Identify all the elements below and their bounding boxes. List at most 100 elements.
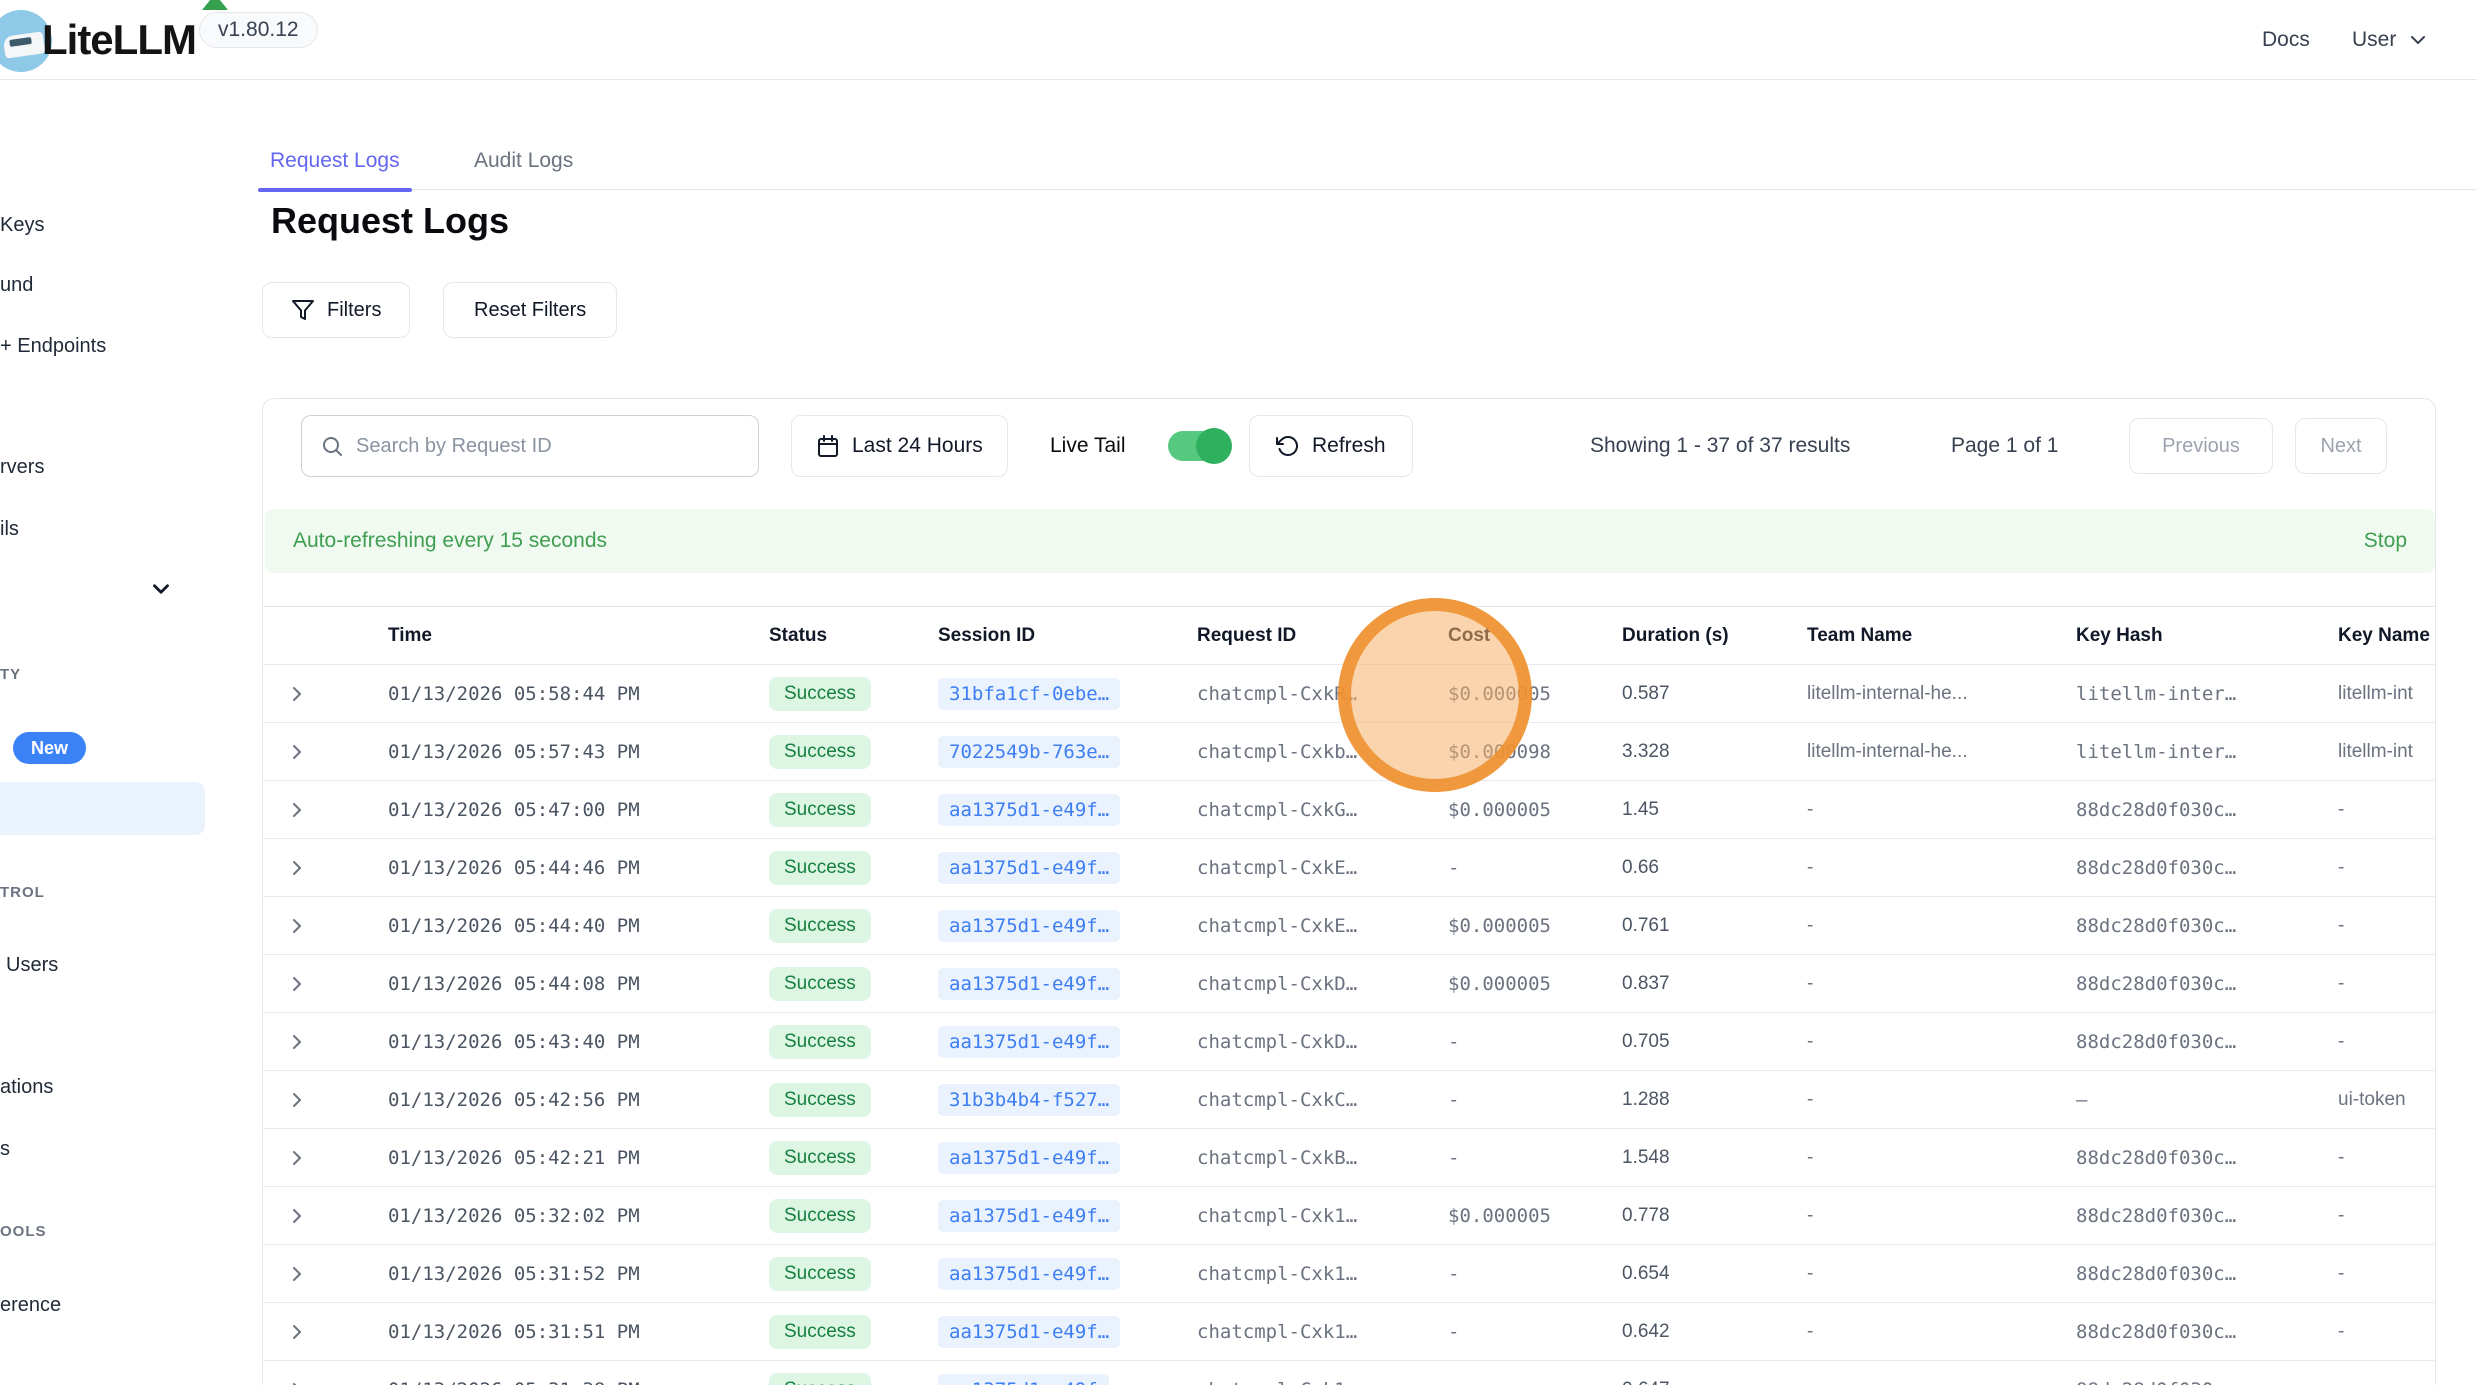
docs-link[interactable]: Docs xyxy=(2262,0,2310,80)
status-badge: Success xyxy=(769,677,871,711)
search-request-id-box[interactable] xyxy=(301,415,759,477)
session-id-link[interactable]: aa1375d1-e49f… xyxy=(938,1316,1120,1348)
next-page-button[interactable]: Next xyxy=(2295,418,2387,474)
user-menu[interactable]: User xyxy=(2352,0,2430,80)
row-expand-button[interactable] xyxy=(263,1030,331,1054)
table-row: 01/13/2026 05:44:46 PM Success aa1375d1-… xyxy=(263,839,2436,897)
search-icon xyxy=(320,434,344,458)
session-id-link[interactable]: 31bfa1cf-0ebe… xyxy=(938,678,1120,710)
row-expand-button[interactable] xyxy=(263,1088,331,1112)
screen: LiteLLM v1.80.12 Docs User Keys und + En… xyxy=(0,0,2477,1385)
reset-filters-button[interactable]: Reset Filters xyxy=(443,282,617,338)
chevron-right-icon xyxy=(285,1030,309,1054)
cell-status: Success xyxy=(751,851,911,885)
session-id-link[interactable]: aa1375d1-e49f… xyxy=(938,968,1120,1000)
tab-request-logs[interactable]: Request Logs xyxy=(270,132,400,190)
row-expand-button[interactable] xyxy=(263,972,331,996)
sidebar-item-servers[interactable]: rvers xyxy=(0,456,44,479)
header-key-hash: Key Hash xyxy=(2046,625,2306,647)
cell-request-id: chatcmpl-CxkR… xyxy=(1166,683,1416,705)
sidebar-item-logs-selected[interactable] xyxy=(0,782,205,835)
sidebar-item-organizations[interactable]: ations xyxy=(0,1076,53,1099)
cell-request-id: chatcmpl-Cxkb… xyxy=(1166,741,1416,763)
cell-team-name: - xyxy=(1776,973,2046,995)
session-id-link[interactable]: aa1375d1-e49f… xyxy=(938,1200,1120,1232)
status-badge: Success xyxy=(769,1315,871,1349)
row-expand-button[interactable] xyxy=(263,740,331,764)
cell-team-name: litellm-internal-he... xyxy=(1776,683,2046,705)
sidebar-new-badge: New xyxy=(13,732,86,764)
cell-duration: 1.45 xyxy=(1591,799,1776,821)
cell-request-id: chatcmpl-CxkE… xyxy=(1166,857,1416,879)
cell-cost: $0.000005 xyxy=(1416,683,1591,705)
sidebar-collapse-chevron-icon[interactable] xyxy=(148,576,174,602)
cell-time: 01/13/2026 05:31:38 PM xyxy=(331,1379,751,1385)
sidebar-item-playground[interactable]: und xyxy=(0,274,33,297)
header-team-name: Team Name xyxy=(1776,625,2046,647)
live-tail-toggle[interactable] xyxy=(1168,431,1230,461)
cell-duration: 0.642 xyxy=(1591,1321,1776,1343)
session-id-link[interactable]: 31b3b4b4-f527… xyxy=(938,1084,1120,1116)
cell-key-hash: litellm-inter… xyxy=(2046,741,2306,763)
header-request-id: Request ID xyxy=(1166,625,1416,647)
table-row: 01/13/2026 05:58:44 PM Success 31bfa1cf-… xyxy=(263,665,2436,723)
cell-time: 01/13/2026 05:31:52 PM xyxy=(331,1263,751,1285)
row-expand-button[interactable] xyxy=(263,914,331,938)
session-id-link[interactable]: aa1375d1-e49f… xyxy=(938,852,1120,884)
time-range-button[interactable]: Last 24 Hours xyxy=(791,415,1008,477)
chevron-down-icon xyxy=(2406,28,2430,52)
row-expand-button[interactable] xyxy=(263,1378,331,1385)
cell-key-name: - xyxy=(2306,1263,2436,1285)
refresh-icon xyxy=(1276,434,1300,458)
sidebar-item-internal-users[interactable]: Users xyxy=(6,954,58,977)
session-id-link[interactable]: aa1375d1-e49f… xyxy=(938,1026,1120,1058)
chevron-right-icon xyxy=(285,1262,309,1286)
row-expand-button[interactable] xyxy=(263,1146,331,1170)
cell-key-name: - xyxy=(2306,973,2436,995)
chevron-right-icon xyxy=(285,1378,309,1385)
table-row: 01/13/2026 05:43:40 PM Success aa1375d1-… xyxy=(263,1013,2436,1071)
table-row: 01/13/2026 05:44:40 PM Success aa1375d1-… xyxy=(263,897,2436,955)
cell-status: Success xyxy=(751,909,911,943)
session-id-link[interactable]: 7022549b-763e… xyxy=(938,736,1120,768)
sidebar-item-endpoints[interactable]: + Endpoints xyxy=(0,335,106,358)
row-expand-button[interactable] xyxy=(263,798,331,822)
status-badge: Success xyxy=(769,1257,871,1291)
stop-auto-refresh-button[interactable]: Stop xyxy=(2364,529,2407,553)
cell-key-name: - xyxy=(2306,1147,2436,1169)
filters-button[interactable]: Filters xyxy=(262,282,410,338)
session-id-link[interactable]: aa1375d1-e49f… xyxy=(938,1258,1120,1290)
session-id-link[interactable]: aa1375d1-e49f… xyxy=(938,910,1120,942)
cell-request-id: chatcmpl-Cxk1 xyxy=(1166,1379,1416,1385)
tab-audit-logs[interactable]: Audit Logs xyxy=(474,132,573,190)
cell-team-name: litellm-internal-he... xyxy=(1776,741,2046,763)
sidebar-item-teams[interactable]: s xyxy=(0,1138,10,1161)
session-id-link[interactable]: aa1375d1-e49f… xyxy=(938,1142,1120,1174)
cell-time: 01/13/2026 05:44:08 PM xyxy=(331,973,751,995)
session-id-link[interactable]: aa1375d1-e49f xyxy=(938,1374,1109,1385)
cell-team-name: - xyxy=(1776,857,2046,879)
chevron-right-icon xyxy=(285,914,309,938)
status-badge: Success xyxy=(769,1025,871,1059)
cell-time: 01/13/2026 05:47:00 PM xyxy=(331,799,751,821)
cell-request-id: chatcmpl-CxkE… xyxy=(1166,915,1416,937)
sidebar-item-virtual-keys[interactable]: Keys xyxy=(0,214,44,237)
row-expand-button[interactable] xyxy=(263,1320,331,1344)
cell-key-name: - xyxy=(2306,1205,2436,1227)
status-badge: Success xyxy=(769,1141,871,1175)
cell-duration: 0.647 xyxy=(1591,1379,1776,1385)
cell-key-name: - xyxy=(2306,915,2436,937)
row-expand-button[interactable] xyxy=(263,1262,331,1286)
cell-cost: - xyxy=(1416,1321,1591,1343)
table-row: 01/13/2026 05:31:51 PM Success aa1375d1-… xyxy=(263,1303,2436,1361)
refresh-button[interactable]: Refresh xyxy=(1249,415,1413,477)
row-expand-button[interactable] xyxy=(263,856,331,880)
page-title: Request Logs xyxy=(271,200,509,242)
sidebar-item-guardrails[interactable]: ils xyxy=(0,518,19,541)
previous-page-button[interactable]: Previous xyxy=(2129,418,2273,474)
row-expand-button[interactable] xyxy=(263,1204,331,1228)
session-id-link[interactable]: aa1375d1-e49f… xyxy=(938,794,1120,826)
sidebar-item-api-reference[interactable]: erence xyxy=(0,1294,61,1317)
row-expand-button[interactable] xyxy=(263,682,331,706)
search-input[interactable] xyxy=(356,435,740,458)
